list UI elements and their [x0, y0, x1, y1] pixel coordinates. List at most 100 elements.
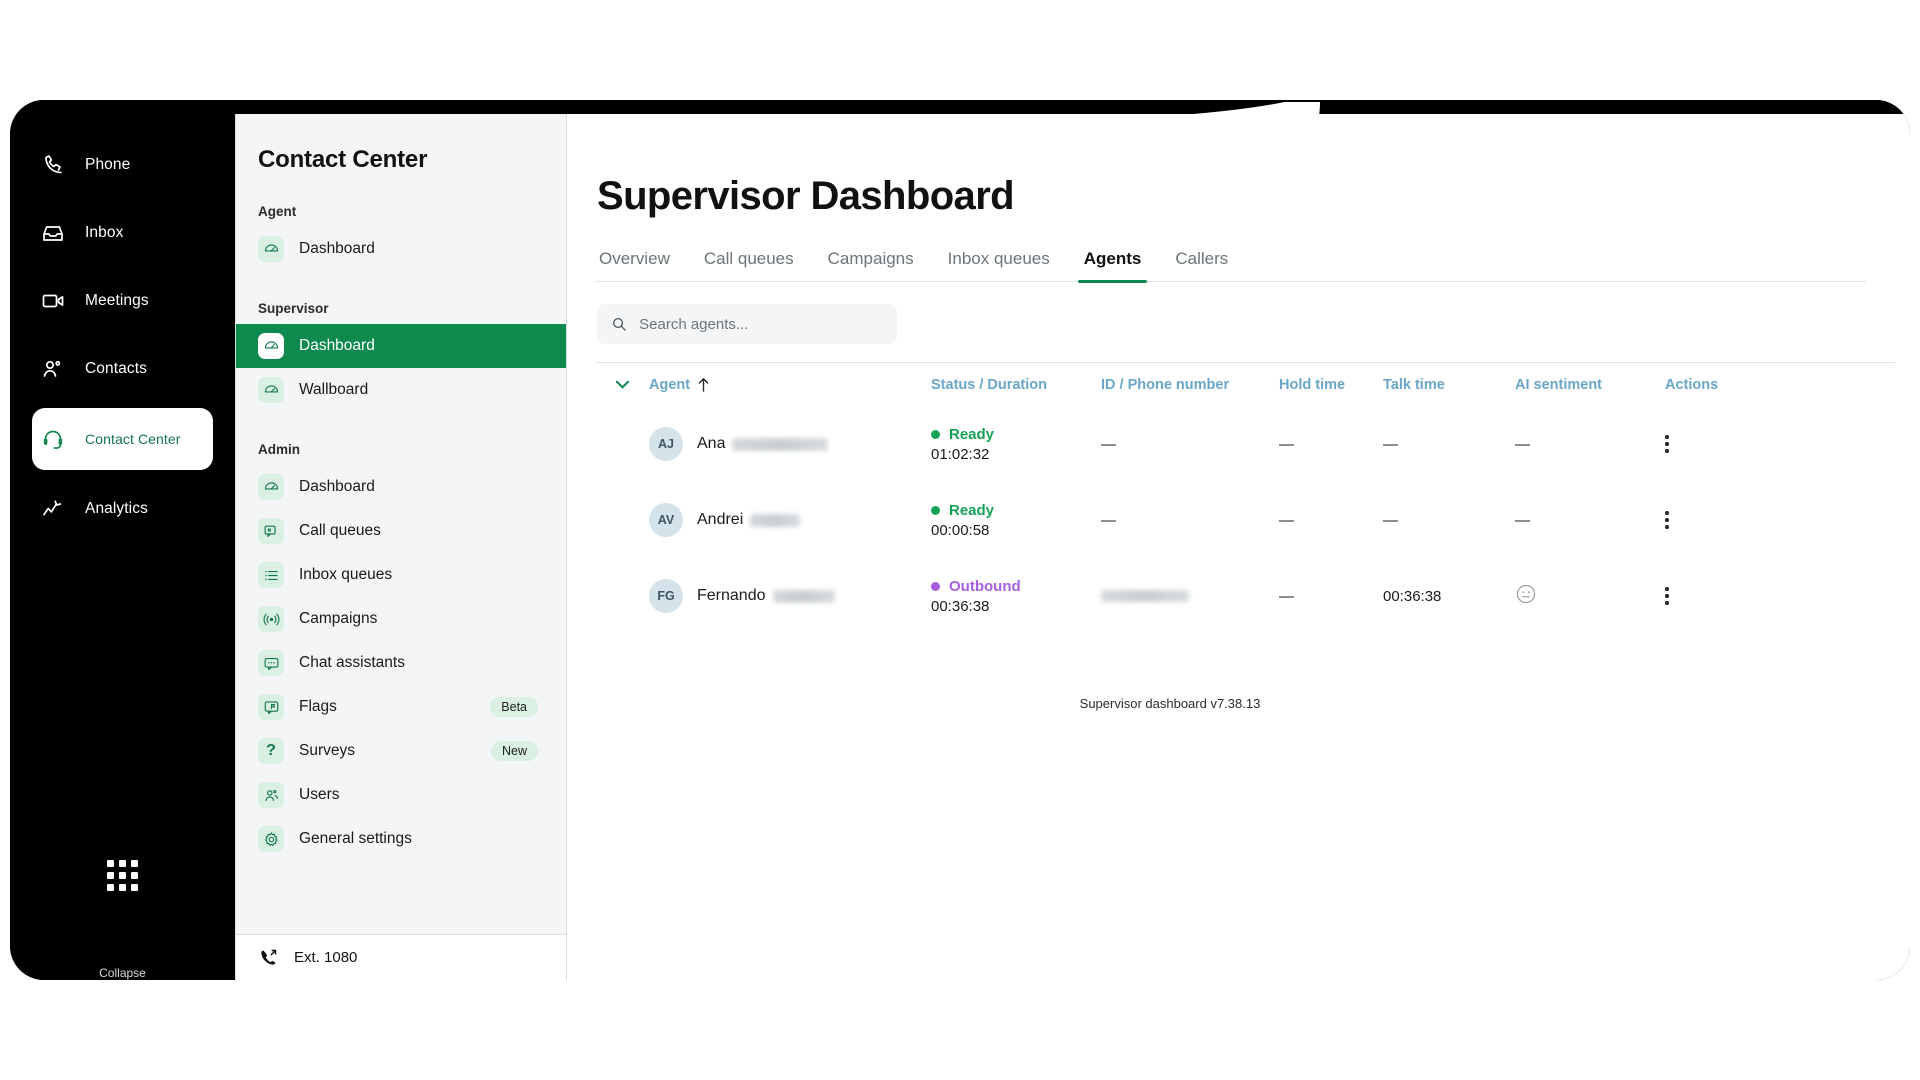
status-duration: 01:02:32: [931, 445, 990, 463]
status-duration: 00:00:58: [931, 521, 990, 539]
contact-center-subnav: Contact Center Agent Dashboard Supervisor D…: [235, 114, 567, 980]
cell-id-phone-value: —: [1101, 511, 1116, 529]
subnav-item-call-queues[interactable]: Call queues: [236, 509, 566, 553]
subnav-item-dashboard[interactable]: Dashboard: [236, 465, 566, 509]
rail-item-label: Analytics: [85, 500, 148, 517]
column-header-status[interactable]: Status / Duration: [931, 377, 1101, 393]
apps-grid-button[interactable]: [10, 860, 235, 891]
cell-status-duration: Ready 00:00:58: [931, 502, 1101, 539]
rail-item-contact-center[interactable]: Contact Center: [32, 408, 213, 470]
inbox-icon: [40, 220, 66, 246]
subnav-item-inbox-queues[interactable]: Inbox queues: [236, 553, 566, 597]
subnav-item-dashboard[interactable]: Dashboard: [236, 227, 566, 271]
dashboard-tabs: Overview Call queues Campaigns Inbox queues…: [595, 249, 1866, 283]
table-row[interactable]: AV Andrei Ready 00:00:58 — — — —: [595, 482, 1895, 558]
subnav-item-label: Campaigns: [299, 610, 378, 627]
cell-ai-sentiment: —: [1515, 436, 1665, 453]
rail-item-label: Contacts: [85, 360, 147, 377]
tab-call-queues[interactable]: Call queues: [702, 249, 796, 281]
subnav-item-flags[interactable]: Flags Beta: [236, 685, 566, 729]
cell-hold-time: —: [1279, 588, 1383, 605]
gauge-icon: [258, 474, 284, 500]
column-header-agent[interactable]: Agent: [649, 377, 931, 393]
subnav-item-dashboard[interactable]: Dashboard: [236, 324, 566, 368]
arrow-up-icon: [698, 378, 709, 392]
column-header-hold-time[interactable]: Hold time: [1279, 377, 1383, 393]
subnav-item-chat-assistants[interactable]: Chat assistants: [236, 641, 566, 685]
cell-ai-sentiment: [1515, 583, 1665, 610]
subnav-item-campaigns[interactable]: Campaigns: [236, 597, 566, 641]
kebab-menu-icon[interactable]: [1665, 435, 1669, 453]
subnav-item-wallboard[interactable]: Wallboard: [236, 368, 566, 412]
column-header-talk-time[interactable]: Talk time: [1383, 377, 1515, 393]
subnav-item-surveys[interactable]: ? Surveys New: [236, 729, 566, 773]
video-camera-icon: [40, 288, 66, 314]
rail-item-contacts[interactable]: Contacts: [10, 340, 235, 398]
subnav-item-users[interactable]: Users: [236, 773, 566, 817]
cell-actions: [1665, 435, 1775, 453]
tab-agents[interactable]: Agents: [1077, 249, 1147, 283]
tab-inbox-queues[interactable]: Inbox queues: [946, 249, 1052, 281]
broadcast-icon: [258, 606, 284, 632]
tab-campaigns[interactable]: Campaigns: [826, 249, 916, 281]
subnav-item-label: Users: [299, 786, 340, 803]
agent-first-name: Fernando: [697, 587, 766, 604]
extension-label: Ext. 1080: [294, 949, 358, 966]
rail-item-inbox[interactable]: Inbox: [10, 204, 235, 262]
neutral-face-icon[interactable]: [1515, 583, 1537, 610]
rail-item-phone[interactable]: Phone: [10, 136, 235, 194]
cell-actions: [1665, 511, 1775, 529]
caret-down-icon: [615, 380, 629, 389]
expand-all-caret[interactable]: [595, 380, 649, 389]
rail-item-label: Phone: [85, 156, 131, 173]
redacted-last-name: [732, 437, 829, 451]
question-icon: ?: [258, 738, 284, 764]
cell-hold-time-value: —: [1279, 511, 1294, 529]
search-section: [595, 304, 1866, 344]
status-badge: Ready: [931, 502, 994, 519]
avatar: FG: [649, 579, 683, 613]
cell-hold-time-value: —: [1279, 587, 1294, 605]
table-row[interactable]: FG Fernando Outbound 00:36:38 — 00:36:38: [595, 558, 1895, 634]
list-icon: [258, 562, 284, 588]
status-badge: Ready: [931, 426, 994, 443]
cell-ai-sentiment-value: —: [1515, 511, 1530, 529]
cell-talk-time: —: [1383, 512, 1515, 529]
primary-nav-rail: Phone Inbox Meetings Contacts Contact Center…: [10, 100, 235, 980]
search-input[interactable]: [639, 315, 883, 333]
gear-icon: [258, 826, 284, 852]
search-icon: [613, 317, 626, 331]
rail-item-analytics[interactable]: Analytics: [10, 480, 235, 538]
cell-talk-time: 00:36:38: [1383, 588, 1515, 605]
subnav-item-general-settings[interactable]: General settings: [236, 817, 566, 861]
avatar: AJ: [649, 427, 683, 461]
page-title: Supervisor Dashboard: [597, 174, 1015, 218]
subnav-scroll-area[interactable]: Contact Center Agent Dashboard Supervisor D…: [236, 114, 566, 934]
phone-icon: [40, 152, 66, 178]
chat-icon: [258, 650, 284, 676]
kebab-menu-icon[interactable]: [1665, 587, 1669, 605]
table-row[interactable]: AJ Ana Ready 01:02:32 — — — —: [595, 406, 1895, 482]
cell-id-phone-value: —: [1101, 435, 1116, 453]
cell-hold-time: —: [1279, 436, 1383, 453]
tab-callers[interactable]: Callers: [1173, 249, 1230, 281]
cell-agent: AJ Ana: [649, 427, 931, 461]
redacted-last-name: [772, 589, 835, 603]
search-agents-box[interactable]: [597, 304, 897, 344]
agent-first-name: Ana: [697, 435, 726, 452]
column-header-ai-sentiment[interactable]: AI sentiment: [1515, 377, 1665, 393]
rail-item-label: Inbox: [85, 224, 124, 241]
column-header-id-phone[interactable]: ID / Phone number: [1101, 377, 1279, 393]
call-queue-icon: [258, 518, 284, 544]
extension-footer[interactable]: Ext. 1080: [236, 934, 566, 980]
agent-name: Fernando: [697, 587, 835, 605]
status-label: Outbound: [949, 577, 1021, 595]
table-header-row: Agent Status / Duration ID / Phone numbe…: [595, 362, 1895, 406]
rail-item-meetings[interactable]: Meetings: [10, 272, 235, 330]
tab-overview[interactable]: Overview: [597, 249, 672, 281]
agents-table: Agent Status / Duration ID / Phone numbe…: [595, 362, 1895, 711]
rail-collapse-label[interactable]: Collapse: [10, 966, 235, 980]
kebab-menu-icon[interactable]: [1665, 511, 1669, 529]
subnav-title: Contact Center: [258, 146, 428, 173]
gauge-icon: [258, 333, 284, 359]
